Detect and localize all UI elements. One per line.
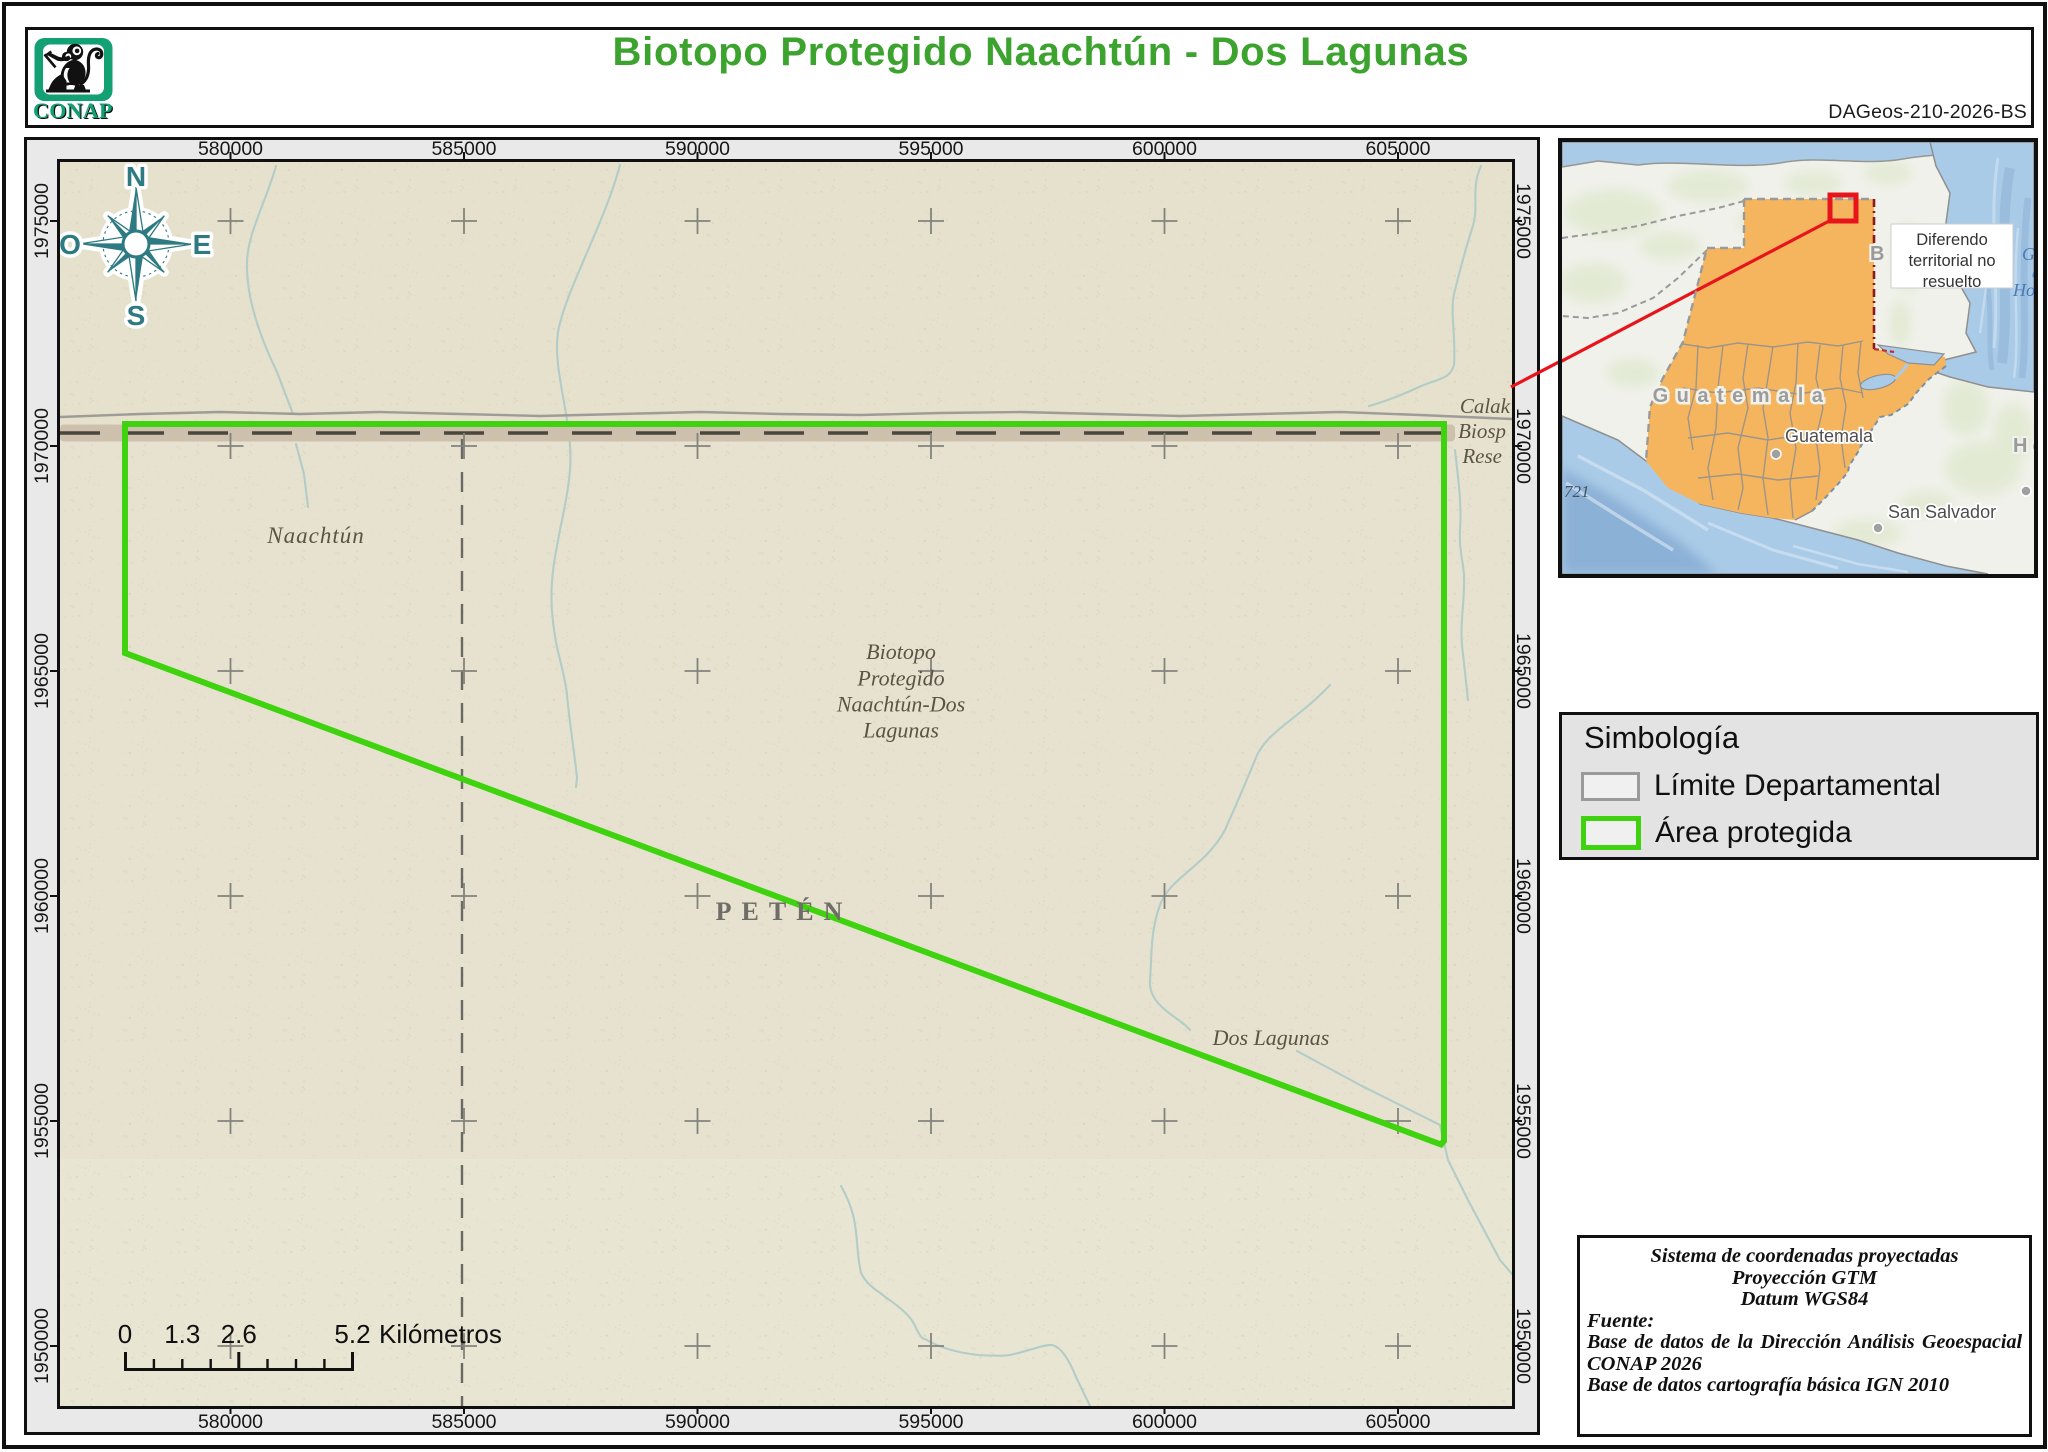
svg-text:Diferendo: Diferendo (1916, 231, 1988, 249)
svg-text:1975000: 1975000 (1512, 183, 1534, 259)
svg-text:1960000: 1960000 (31, 858, 53, 934)
svg-text:1965000: 1965000 (31, 633, 53, 709)
svg-text:590000: 590000 (665, 138, 730, 160)
svg-text:585000: 585000 (431, 138, 496, 160)
svg-text:721: 721 (1564, 482, 1590, 501)
svg-text:Guatemala: Guatemala (1653, 385, 1832, 407)
svg-text:580000: 580000 (198, 138, 263, 160)
svg-text:605000: 605000 (1365, 1411, 1430, 1433)
svg-text:1970000: 1970000 (1512, 408, 1534, 484)
svg-text:1975000: 1975000 (31, 183, 53, 259)
svg-text:605000: 605000 (1365, 138, 1430, 160)
svg-text:resuelto: resuelto (1923, 273, 1982, 291)
svg-text:1970000: 1970000 (31, 408, 53, 484)
svg-text:595000: 595000 (898, 138, 963, 160)
svg-text:600000: 600000 (1132, 138, 1197, 160)
svg-text:600000: 600000 (1132, 1411, 1197, 1433)
svg-text:595000: 595000 (898, 1411, 963, 1433)
svg-text:B: B (1870, 243, 1884, 265)
svg-text:580000: 580000 (198, 1411, 263, 1433)
svg-text:1950000: 1950000 (1512, 1308, 1534, 1384)
svg-text:585000: 585000 (431, 1411, 496, 1433)
svg-text:1965000: 1965000 (1512, 633, 1534, 709)
svg-text:590000: 590000 (665, 1411, 730, 1433)
svg-text:1950000: 1950000 (31, 1308, 53, 1384)
svg-text:1960000: 1960000 (1512, 858, 1534, 934)
svg-text:1955000: 1955000 (31, 1083, 53, 1159)
svg-text:Guatemala: Guatemala (1785, 426, 1874, 446)
svg-text:San Salvador: San Salvador (1888, 502, 1996, 522)
svg-text:territorial no: territorial no (1908, 252, 1995, 270)
svg-text:1955000: 1955000 (1512, 1083, 1534, 1159)
